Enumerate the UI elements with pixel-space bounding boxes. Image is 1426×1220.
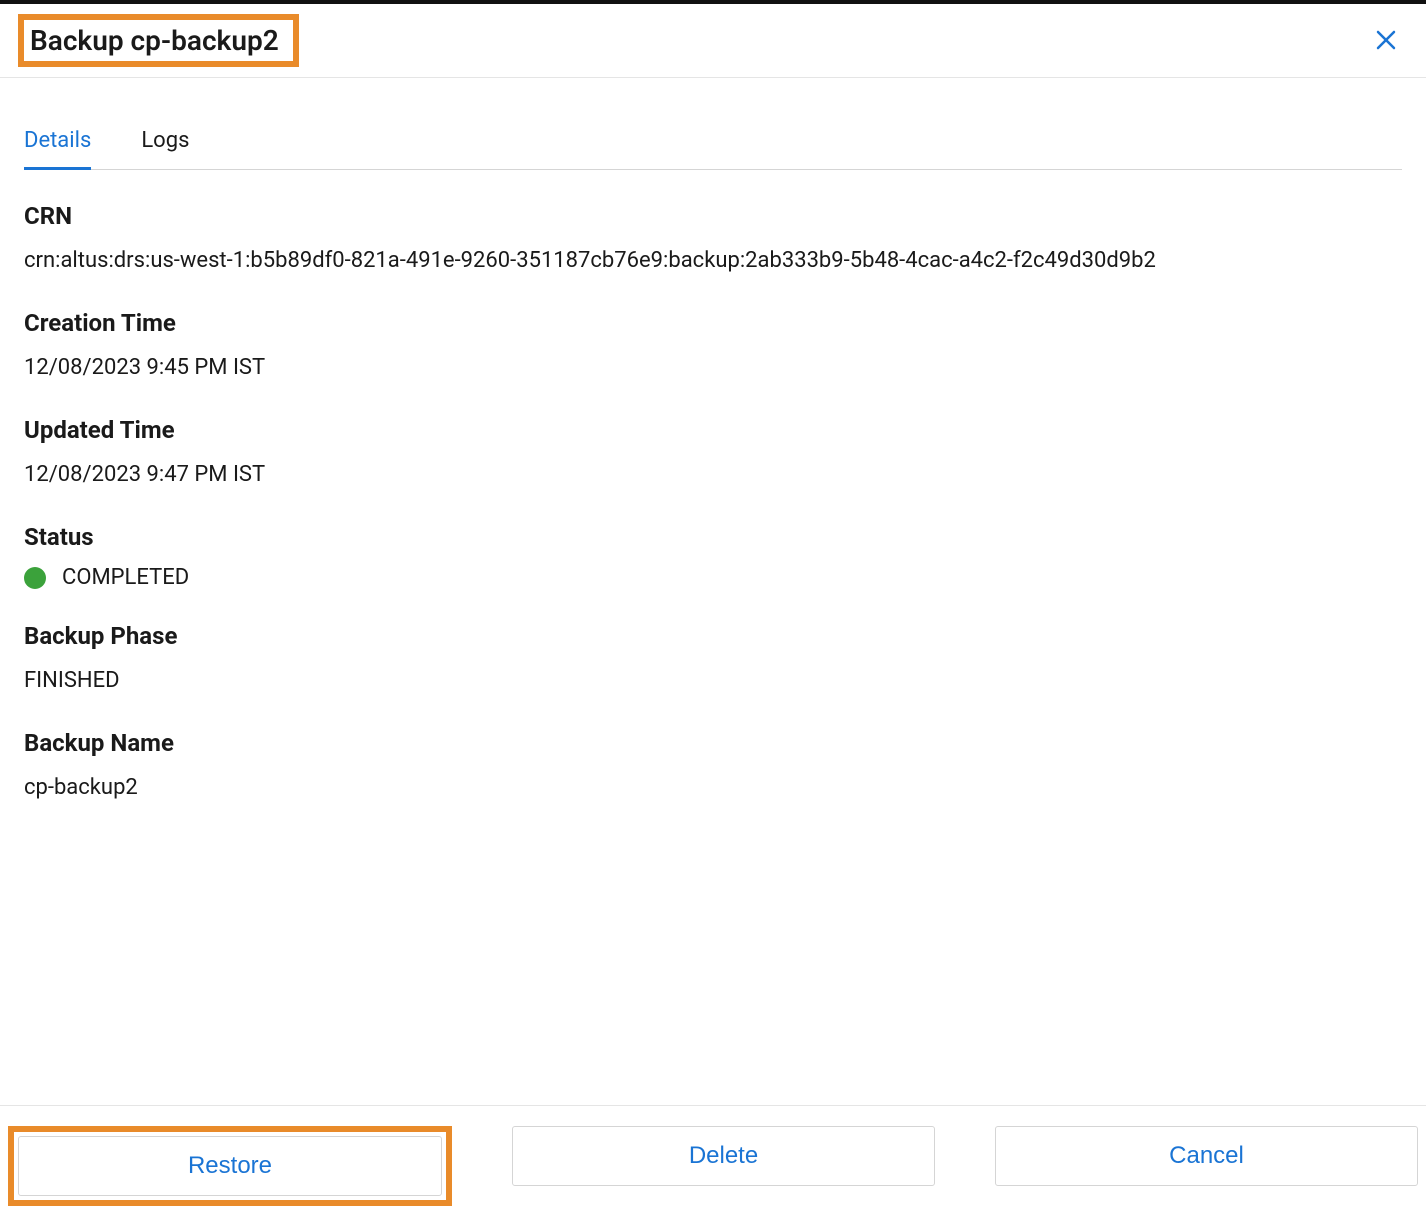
section-creation-time: Creation Time 12/08/2023 9:45 PM IST — [24, 309, 1402, 384]
close-icon[interactable] — [1370, 21, 1402, 61]
cancel-button[interactable]: Cancel — [995, 1126, 1418, 1186]
title-highlight-box: Backup cp-backup2 — [18, 14, 299, 67]
section-crn: CRN crn:altus:drs:us-west-1:b5b89df0-821… — [24, 202, 1402, 277]
creation-time-label: Creation Time — [24, 309, 1402, 337]
backup-name-value: cp-backup2 — [24, 771, 1402, 804]
backup-phase-value: FINISHED — [24, 664, 1402, 697]
section-status: Status COMPLETED — [24, 523, 1402, 590]
updated-time-label: Updated Time — [24, 416, 1402, 444]
section-updated-time: Updated Time 12/08/2023 9:47 PM IST — [24, 416, 1402, 491]
backup-name-label: Backup Name — [24, 729, 1402, 757]
tabs-bar: Details Logs — [24, 128, 1402, 170]
restore-button[interactable]: Restore — [18, 1136, 442, 1196]
creation-time-value: 12/08/2023 9:45 PM IST — [24, 351, 1402, 384]
section-backup-name: Backup Name cp-backup2 — [24, 729, 1402, 804]
status-indicator-icon — [24, 567, 46, 589]
crn-label: CRN — [24, 202, 1402, 230]
updated-time-value: 12/08/2023 9:47 PM IST — [24, 458, 1402, 491]
status-label: Status — [24, 523, 1402, 551]
modal-header: Backup cp-backup2 — [0, 0, 1426, 78]
status-value: COMPLETED — [62, 565, 189, 590]
tab-logs[interactable]: Logs — [141, 128, 189, 169]
restore-highlight-box: Restore — [8, 1126, 452, 1206]
delete-button[interactable]: Delete — [512, 1126, 935, 1186]
modal-footer: Restore Delete Cancel — [0, 1105, 1426, 1220]
crn-value: crn:altus:drs:us-west-1:b5b89df0-821a-49… — [24, 244, 1402, 277]
backup-phase-label: Backup Phase — [24, 622, 1402, 650]
section-backup-phase: Backup Phase FINISHED — [24, 622, 1402, 697]
modal-content: Details Logs CRN crn:altus:drs:us-west-1… — [0, 128, 1426, 804]
tab-details[interactable]: Details — [24, 128, 91, 169]
modal-title: Backup cp-backup2 — [30, 24, 279, 57]
status-row: COMPLETED — [24, 565, 1402, 590]
